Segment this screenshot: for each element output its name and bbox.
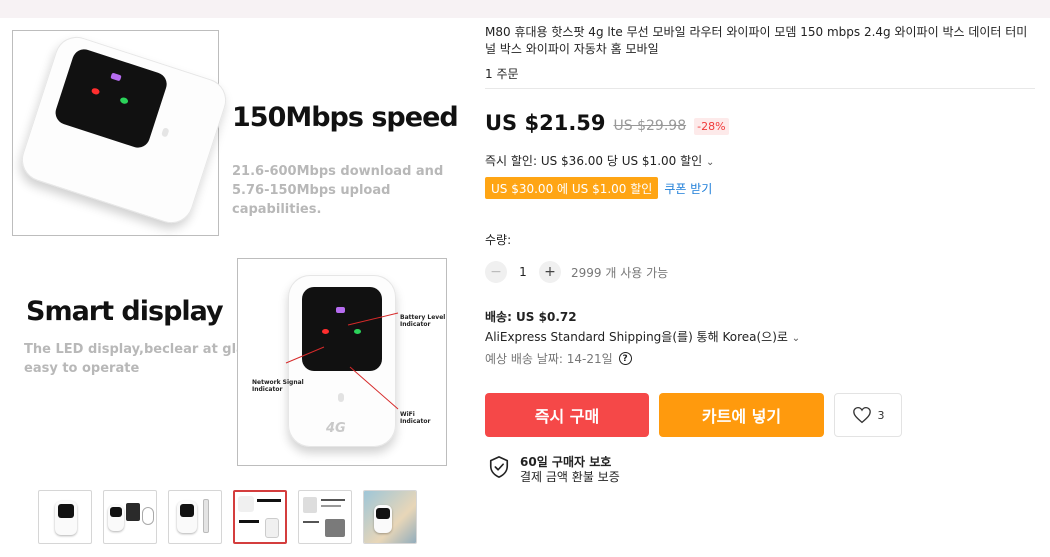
thumb-battery [126, 503, 140, 521]
shipping-method[interactable]: AliExpress Standard Shipping을(를) 통해 Kore… [485, 328, 800, 345]
coupon-row: US $30.00 에 US $1.00 할인 쿠폰 받기 [485, 177, 712, 199]
wishlist-button[interactable]: 3 [834, 393, 902, 437]
delivery-date: 예상 배송 날짜: 14-21일 ? [485, 350, 632, 367]
thumb-text-line [257, 499, 281, 502]
instant-discount-text: 즉시 할인: US $36.00 당 US $1.00 할인 [485, 154, 703, 168]
thumb-device [303, 497, 317, 513]
plus-icon[interactable]: + [539, 261, 561, 283]
protection-title: 60일 구매자 보호 [520, 455, 612, 469]
thumb-device [265, 518, 279, 538]
callout-text: Indicator [400, 321, 431, 328]
original-price: US $29.98 [613, 118, 687, 134]
minus-icon[interactable]: − [485, 261, 507, 283]
product-info: M80 휴대용 핫스팟 4g lte 무선 모바일 라우터 와이파이 모뎀 15… [485, 18, 1040, 557]
thumb-text-line [303, 521, 319, 523]
promo-image-display: 4G Battery Level Indicator Network Signa… [237, 258, 447, 466]
thumb-device-side [203, 499, 209, 533]
thumb-device [374, 505, 392, 533]
promo-title-speed: 150Mbps speed [232, 102, 459, 133]
callout-text: Battery Level [400, 314, 446, 321]
current-price: US $21.59 [485, 111, 606, 135]
chevron-down-icon: ⌄ [791, 333, 801, 344]
coupon-badge: US $30.00 에 US $1.00 할인 [485, 177, 659, 199]
discount-badge: -28% [694, 118, 729, 135]
callout-wifi: WiFi Indicator [400, 411, 446, 425]
thumb-text-line [321, 505, 341, 507]
thumbnail-4[interactable] [233, 490, 287, 544]
protection-desc: 결제 금액 환불 보증 [520, 470, 620, 484]
thumbnail-6[interactable] [363, 490, 417, 544]
quantity-value[interactable]: 1 [507, 265, 539, 279]
protection-text: 60일 구매자 보호 결제 금액 환불 보증 [520, 455, 620, 485]
get-coupon-link[interactable]: 쿠폰 받기 [664, 180, 712, 197]
thumb-device [238, 496, 254, 512]
thumb-text-line [239, 520, 259, 523]
quantity-stepper: − 1 + 2999 개 사용 가능 [485, 261, 668, 283]
callout-battery: Battery Level Indicator [400, 314, 445, 328]
thumbnail-3[interactable] [168, 490, 222, 544]
callout-text: WiFi Indicator [400, 411, 431, 425]
divider [485, 88, 1035, 89]
thumb-screen [376, 508, 390, 519]
shipping-title: 배송: US $0.72 [485, 310, 577, 324]
wifi-led [119, 96, 129, 105]
order-count: 1 주문 [485, 67, 519, 81]
thumb-text-line [321, 499, 345, 501]
router-screen [52, 46, 170, 151]
thumb-device [177, 501, 197, 533]
power-button [161, 127, 170, 138]
buy-now-button[interactable]: 즉시 구매 [485, 393, 649, 437]
price-row: US $21.59 US $29.98 -28% [485, 111, 729, 135]
router-device [16, 31, 232, 229]
add-to-cart-button[interactable]: 카트에 넣기 [659, 393, 824, 437]
shipping-method-text: AliExpress Standard Shipping을(를) 통해 Kore… [485, 330, 788, 344]
thumb-cable [142, 507, 154, 525]
thumbnail-5[interactable] [298, 490, 352, 544]
thumbnail-strip [38, 490, 458, 546]
battery-led [110, 72, 122, 82]
thumb-screen [58, 504, 74, 518]
thumbnail-2[interactable] [103, 490, 157, 544]
promo-subtitle-line: 21.6-600Mbps download and [232, 164, 444, 179]
wishlist-count: 3 [877, 408, 885, 422]
callout-lines [285, 312, 399, 410]
help-icon[interactable]: ? [618, 352, 632, 365]
thumb-screen [180, 504, 194, 517]
callout-text: Indicator [252, 386, 283, 393]
buyer-protection: 60일 구매자 보호 결제 금액 환불 보증 [488, 455, 620, 485]
quantity-label: 수량: [485, 233, 512, 247]
callout-network: Network Signal Indicator [252, 379, 304, 393]
thumb-photo [325, 519, 345, 537]
main-product-image[interactable]: 150Mbps speed 21.6-600Mbps download and … [0, 18, 470, 480]
product-title: M80 휴대용 핫스팟 4g lte 무선 모바일 라우터 와이파이 모뎀 15… [485, 25, 1028, 56]
thumb-screen [110, 507, 122, 517]
promo-subtitle-speed: 21.6-600Mbps download and 5.76-150Mbps u… [232, 162, 470, 219]
availability: 2999 개 사용 가능 [571, 265, 669, 280]
promo-image-speed [12, 30, 232, 236]
promo-subtitle-line: 5.76-150Mbps upload capabilities. [232, 183, 391, 217]
promo-title-display: Smart display [26, 296, 224, 327]
product-gallery: 150Mbps speed 21.6-600Mbps download and … [0, 18, 470, 557]
delivery-date-text: 예상 배송 날짜: 14-21일 [485, 352, 613, 366]
instant-discount[interactable]: 즉시 할인: US $36.00 당 US $1.00 할인 ⌄ [485, 152, 714, 169]
chevron-down-icon: ⌄ [706, 157, 715, 168]
shield-check-icon [489, 456, 509, 478]
heart-icon [852, 406, 871, 424]
thumb-device [55, 501, 77, 535]
signal-led [90, 87, 101, 96]
top-strip [0, 0, 1050, 18]
thumbnail-1[interactable] [38, 490, 92, 544]
thumb-device [108, 505, 124, 531]
callout-text: Network Signal [252, 379, 304, 386]
